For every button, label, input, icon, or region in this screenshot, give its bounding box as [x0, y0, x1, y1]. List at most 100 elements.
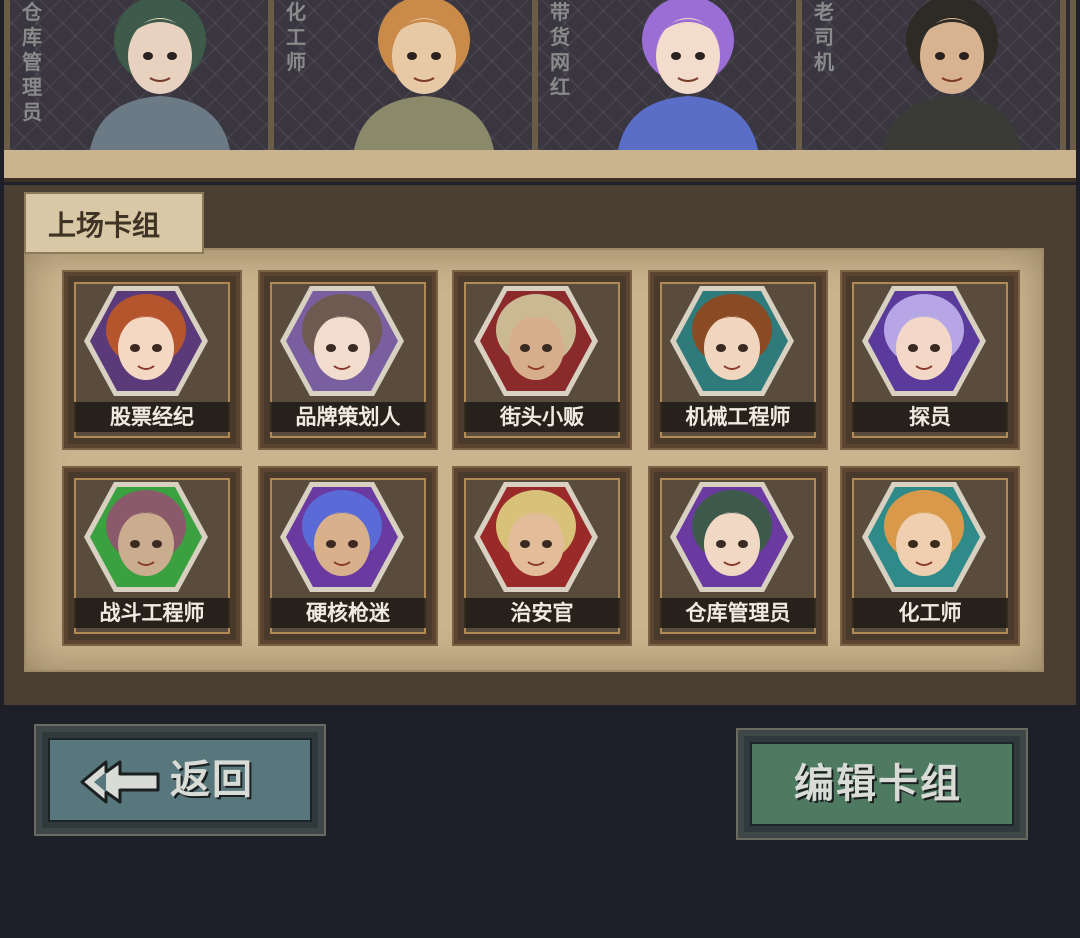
eye	[716, 344, 726, 352]
character-card-warehouse-manager[interactable]: 仓库管理员	[10, 0, 274, 150]
deck-title-tab: 上场卡组	[24, 192, 204, 254]
eye	[671, 52, 681, 60]
eye	[326, 344, 336, 352]
face	[896, 512, 952, 576]
eye	[930, 344, 940, 352]
eye	[716, 540, 726, 548]
face	[508, 512, 564, 576]
card-name: 探员	[852, 402, 1008, 432]
face	[508, 316, 564, 380]
card-name: 硬核枪迷	[270, 598, 426, 628]
deck-card[interactable]: 股票经纪	[64, 272, 240, 448]
deck-card[interactable]: 化工师	[842, 468, 1018, 644]
face	[392, 18, 456, 94]
card-name: 仓库管理员	[660, 598, 816, 628]
deck-card[interactable]: 治安官	[454, 468, 630, 644]
face	[656, 18, 720, 94]
character-card-veteran-driver[interactable]: 老司机	[802, 0, 1066, 150]
character-card-label: 化工师	[286, 0, 306, 74]
character-strip: 仓库管理员 化工师 带货网红 老司机	[4, 0, 1076, 182]
edit-deck-button-label: 编辑卡组	[794, 761, 962, 807]
sheriff-portrait	[474, 482, 598, 592]
deck-card[interactable]: 硬核枪迷	[260, 468, 436, 644]
deck-paper: 股票经纪 品牌策划人 街头小贩 机械工程师 探员 战斗工程师 硬核枪迷 治安官 …	[24, 248, 1044, 672]
eye	[908, 344, 918, 352]
warehouse-manager-portrait	[670, 482, 794, 592]
face	[118, 316, 174, 380]
character-strip-cards: 仓库管理员 化工师 带货网红 老司机	[10, 0, 1070, 150]
eye	[908, 540, 918, 548]
eye	[930, 540, 940, 548]
influencer-portrait	[618, 0, 758, 150]
edit-deck-button-face: 编辑卡组	[750, 742, 1014, 826]
stockbroker-portrait	[84, 286, 208, 396]
eye	[520, 540, 530, 548]
eye	[407, 52, 417, 60]
character-card-influencer[interactable]: 带货网红	[538, 0, 802, 150]
eye	[152, 540, 162, 548]
face	[704, 316, 760, 380]
deck-card[interactable]: 街头小贩	[454, 272, 630, 448]
eye	[152, 344, 162, 352]
veteran-driver-portrait	[882, 0, 1022, 150]
body	[882, 96, 1022, 150]
deck-screen: 仓库管理员 化工师 带货网红 老司机 股票经纪 品牌策划人 街头小贩 机械工程师…	[0, 0, 1080, 938]
hardcore-gun-fan-portrait	[280, 482, 404, 592]
card-name: 化工师	[852, 598, 1008, 628]
eye	[542, 344, 552, 352]
mechanical-engineer-portrait	[670, 286, 794, 396]
street-vendor-portrait	[474, 286, 598, 396]
edit-deck-button[interactable]: 编辑卡组	[736, 728, 1028, 840]
face	[314, 316, 370, 380]
eye	[431, 52, 441, 60]
body	[618, 96, 758, 150]
eye	[348, 344, 358, 352]
character-card-label: 仓库管理员	[22, 0, 42, 124]
eye	[542, 540, 552, 548]
deck-title: 上场卡组	[48, 209, 161, 242]
eye	[935, 52, 945, 60]
face	[314, 512, 370, 576]
eye	[130, 540, 140, 548]
character-card-chemist[interactable]: 化工师	[274, 0, 538, 150]
card-name: 机械工程师	[660, 402, 816, 432]
eye	[738, 344, 748, 352]
eye	[695, 52, 705, 60]
back-button-label: 返回	[170, 757, 254, 803]
back-button-face: 返回	[48, 738, 312, 822]
deck-card[interactable]: 战斗工程师	[64, 468, 240, 644]
deck-card[interactable]: 仓库管理员	[650, 468, 826, 644]
character-card-label: 带货网红	[550, 0, 570, 99]
chemist-portrait	[862, 482, 986, 592]
card-name: 战斗工程师	[74, 598, 230, 628]
face	[118, 512, 174, 576]
character-card-label: 老司机	[814, 0, 834, 74]
deck-card[interactable]: 机械工程师	[650, 272, 826, 448]
face	[896, 316, 952, 380]
eye	[520, 344, 530, 352]
eye	[167, 52, 177, 60]
eye	[348, 540, 358, 548]
card-name: 治安官	[464, 598, 620, 628]
face	[128, 18, 192, 94]
body	[90, 96, 230, 150]
deck-card[interactable]: 品牌策划人	[260, 272, 436, 448]
card-name: 品牌策划人	[270, 402, 426, 432]
agent-portrait	[862, 286, 986, 396]
warehouse-manager-portrait	[90, 0, 230, 150]
brand-planner-portrait	[280, 286, 404, 396]
strip-paper-edge	[4, 150, 1076, 178]
card-name: 股票经纪	[74, 402, 230, 432]
face	[920, 18, 984, 94]
eye	[738, 540, 748, 548]
card-name: 街头小贩	[464, 402, 620, 432]
body	[354, 96, 494, 150]
chemist-portrait	[354, 0, 494, 150]
face	[704, 512, 760, 576]
double-arrow-left-icon	[80, 760, 160, 804]
back-button[interactable]: 返回	[34, 724, 326, 836]
deck-card[interactable]: 探员	[842, 272, 1018, 448]
combat-engineer-portrait	[84, 482, 208, 592]
eye	[143, 52, 153, 60]
eye	[959, 52, 969, 60]
